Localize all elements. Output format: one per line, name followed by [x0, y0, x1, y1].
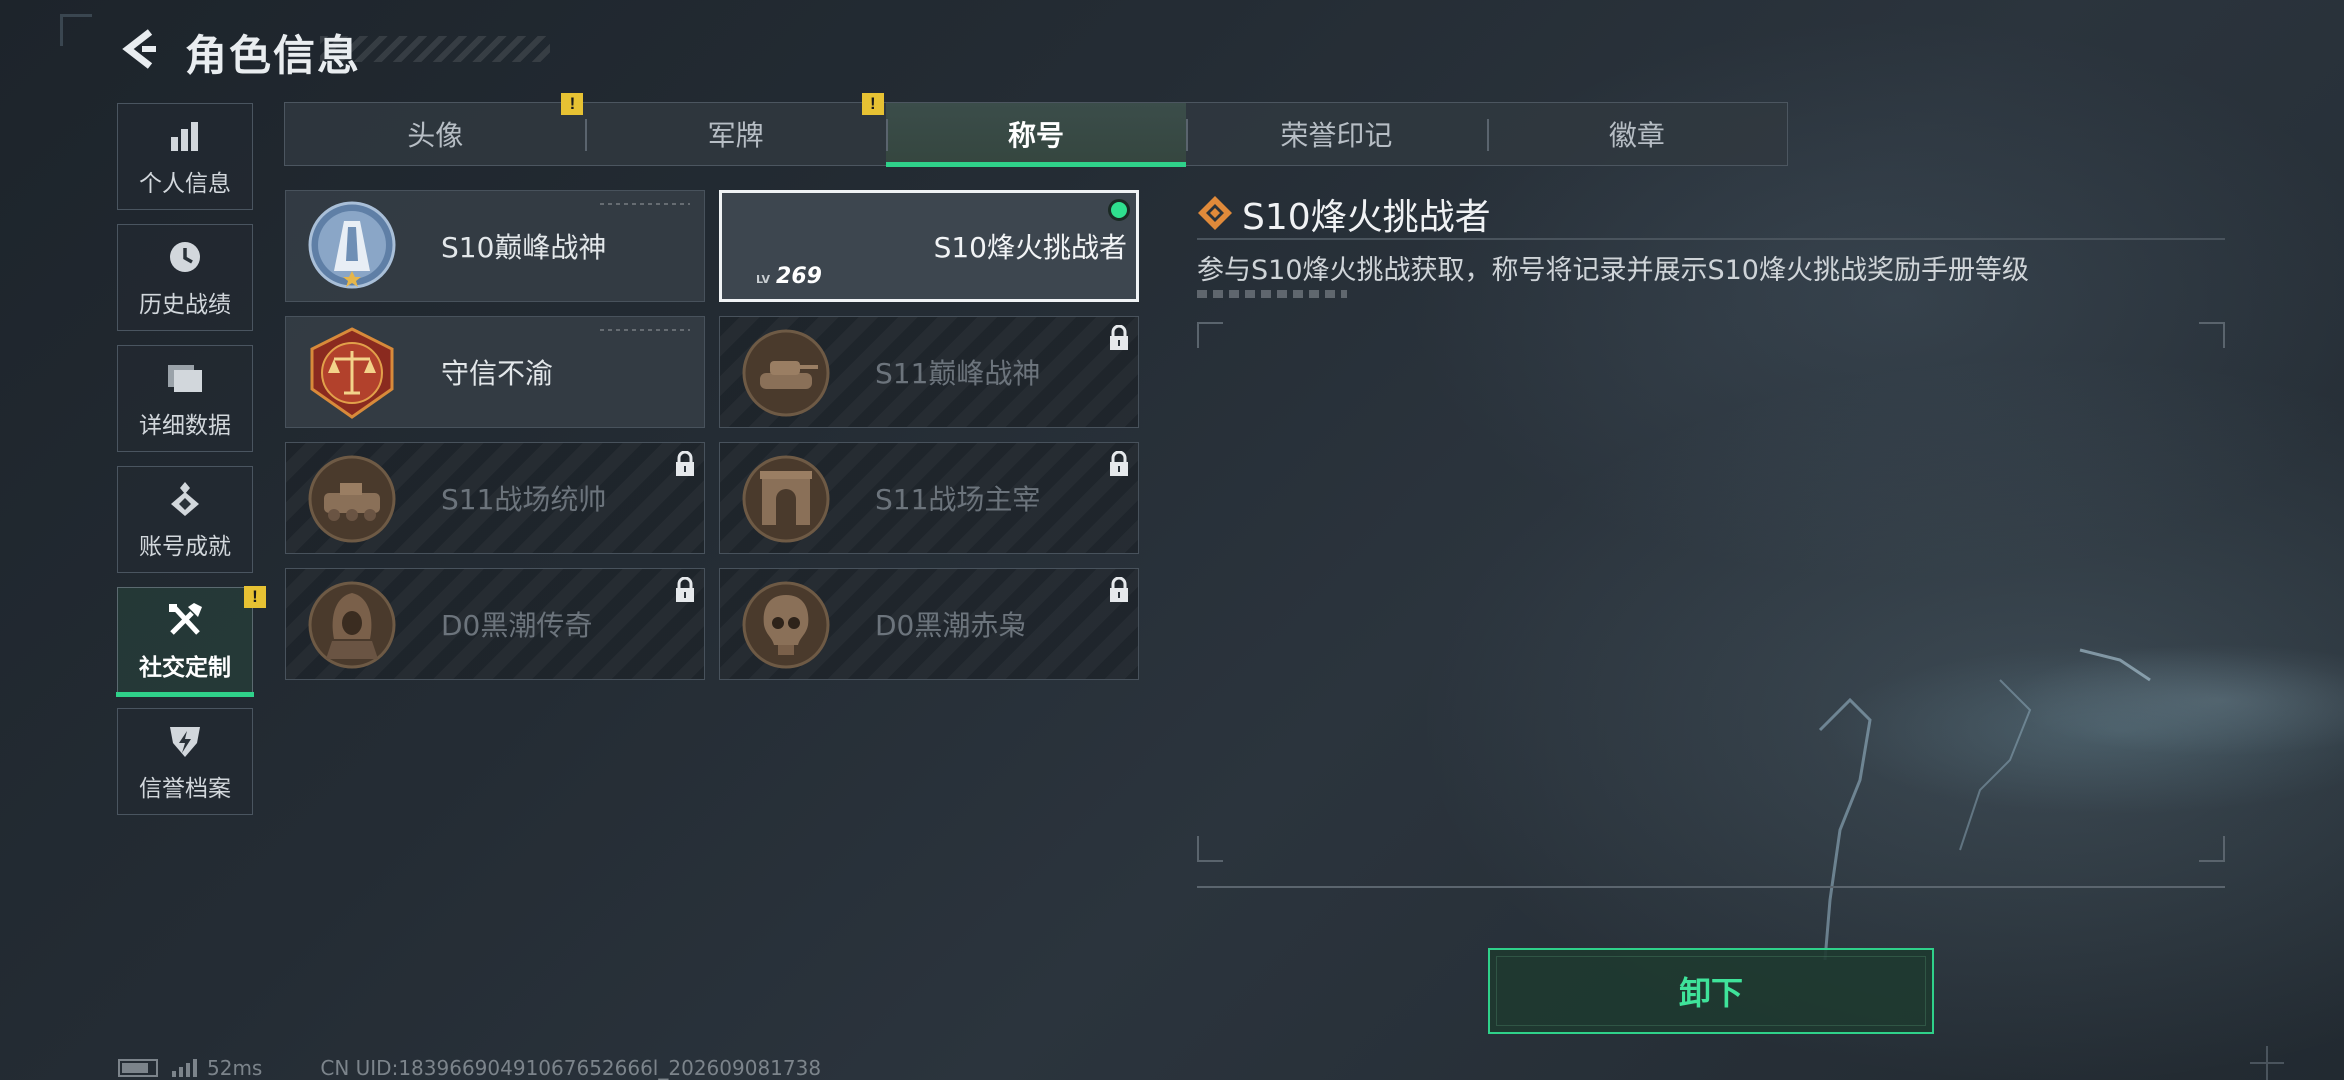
- title-name: S10烽火挑战者: [933, 231, 1127, 264]
- level-value: 269: [776, 264, 822, 289]
- alert-badge: !: [244, 586, 266, 608]
- title-name: D0黑潮传奇: [441, 609, 593, 642]
- tank-badge-icon: [742, 329, 830, 417]
- hooded-figure-badge-icon: [308, 581, 396, 669]
- back-button[interactable]: [115, 25, 165, 73]
- sidebar-item-label: 信誉档案: [139, 775, 231, 802]
- alert-badge: !: [561, 93, 584, 115]
- title-card-locked[interactable]: S11战场统帅: [285, 442, 705, 554]
- preview-frame: [1197, 322, 2225, 862]
- title-name: D0黑潮赤枭: [875, 609, 1027, 642]
- divider: [1197, 886, 2225, 888]
- sidebar-item-history[interactable]: 历史战绩: [117, 224, 253, 331]
- level-prefix: LV: [756, 273, 771, 286]
- title-name: S11战场统帅: [441, 483, 607, 516]
- lock-icon: [1110, 451, 1128, 476]
- scales-justice-badge-icon: [310, 327, 394, 419]
- category-tabs: 头像 ! 军牌 ! 称号 荣誉印记 徽章: [284, 93, 1788, 167]
- detail-subtext-decoration: [1197, 290, 1347, 298]
- title-card-locked[interactable]: D0黑潮赤枭: [719, 568, 1139, 680]
- tab-label: 头像: [407, 119, 464, 152]
- lock-icon: [676, 577, 694, 602]
- peak-warrior-s10-badge-icon: [308, 201, 396, 289]
- title-detail-diamond-icon: [1198, 196, 1232, 230]
- sidebar: 个人信息 历史战绩 详细数据 账号成就 ! 社交定制 信誉档案: [116, 103, 266, 829]
- bar-chart-icon: [165, 116, 205, 156]
- back-arrow-icon: [122, 29, 156, 69]
- title-name: 守信不渝: [441, 357, 554, 390]
- achievement-icon: [165, 479, 205, 519]
- tab-label: 徽章: [1608, 119, 1665, 152]
- unequip-button[interactable]: 卸下: [1488, 948, 1934, 1034]
- detail-description: 参与S10烽火挑战获取，称号将记录并展示S10烽火挑战奖励手册等级: [1197, 255, 2029, 286]
- arch-badge-icon: [742, 455, 830, 543]
- tab-label: 荣誉印记: [1280, 119, 1393, 152]
- sidebar-item-social-custom[interactable]: ! 社交定制: [116, 586, 266, 697]
- folder-icon: [165, 358, 205, 398]
- divider: [1197, 238, 2225, 240]
- title-card[interactable]: 守信不渝: [285, 316, 705, 428]
- signal-icon: [172, 1059, 197, 1077]
- page-title: 角色信息: [185, 31, 362, 80]
- level-display: LV 269: [756, 264, 822, 289]
- card-decoration: [600, 329, 690, 331]
- lock-icon: [676, 451, 694, 476]
- tab-honor-mark[interactable]: 荣誉印记: [1186, 103, 1486, 165]
- detail-title: S10烽火挑战者: [1242, 197, 1491, 238]
- ping-value: 52ms: [207, 1056, 263, 1080]
- title-grid: S10巅峰战神 S10烽火挑战者 LV 269 守信不渝 S11巅峰战神 S11…: [285, 190, 1139, 680]
- armored-vehicle-badge-icon: [308, 455, 396, 543]
- credit-shield-icon: [165, 721, 205, 761]
- sidebar-item-label: 历史战绩: [139, 291, 231, 318]
- skull-badge-icon: [742, 581, 830, 669]
- alert-badge: !: [861, 93, 884, 115]
- title-card-selected[interactable]: S10烽火挑战者 LV 269: [719, 190, 1139, 302]
- history-clock-icon: [165, 237, 205, 277]
- uid-text: CN UID:18396690491067652666l_20260908173…: [320, 1056, 822, 1080]
- sidebar-item-detailed-data[interactable]: 详细数据: [117, 345, 253, 452]
- title-card-locked[interactable]: D0黑潮传奇: [285, 568, 705, 680]
- tab-avatar[interactable]: 头像 !: [285, 93, 585, 165]
- title-name: S10巅峰战神: [441, 231, 607, 264]
- title-name: S11战场主宰: [875, 483, 1041, 516]
- sidebar-item-credit-archive[interactable]: 信誉档案: [117, 708, 253, 815]
- tools-icon: [165, 600, 205, 640]
- tab-label: 军牌: [707, 119, 764, 152]
- status-bar: 52ms CN UID:18396690491067652666l_202609…: [118, 1056, 821, 1080]
- lock-icon: [1110, 325, 1128, 350]
- card-decoration: [600, 203, 690, 205]
- tab-badge[interactable]: 徽章: [1486, 103, 1787, 165]
- tab-label: 称号: [1008, 119, 1065, 152]
- battery-icon: [118, 1059, 158, 1077]
- tab-dog-tag[interactable]: 军牌 !: [585, 93, 885, 165]
- corner-decoration: [60, 14, 92, 46]
- sidebar-item-label: 社交定制: [139, 654, 231, 681]
- title-card-locked[interactable]: S11巅峰战神: [719, 316, 1139, 428]
- tab-title[interactable]: 称号: [885, 103, 1187, 167]
- sidebar-item-personal-info[interactable]: 个人信息: [117, 103, 253, 210]
- sidebar-item-label: 详细数据: [139, 412, 231, 439]
- title-card[interactable]: S10巅峰战神: [285, 190, 705, 302]
- sidebar-item-achievements[interactable]: 账号成就: [117, 466, 253, 573]
- sidebar-item-label: 账号成就: [139, 533, 231, 560]
- title-name: S11巅峰战神: [875, 357, 1041, 390]
- plus-decoration-icon: [2250, 1046, 2284, 1080]
- lock-icon: [1110, 577, 1128, 602]
- sidebar-item-label: 个人信息: [139, 170, 231, 197]
- title-card-locked[interactable]: S11战场主宰: [719, 442, 1139, 554]
